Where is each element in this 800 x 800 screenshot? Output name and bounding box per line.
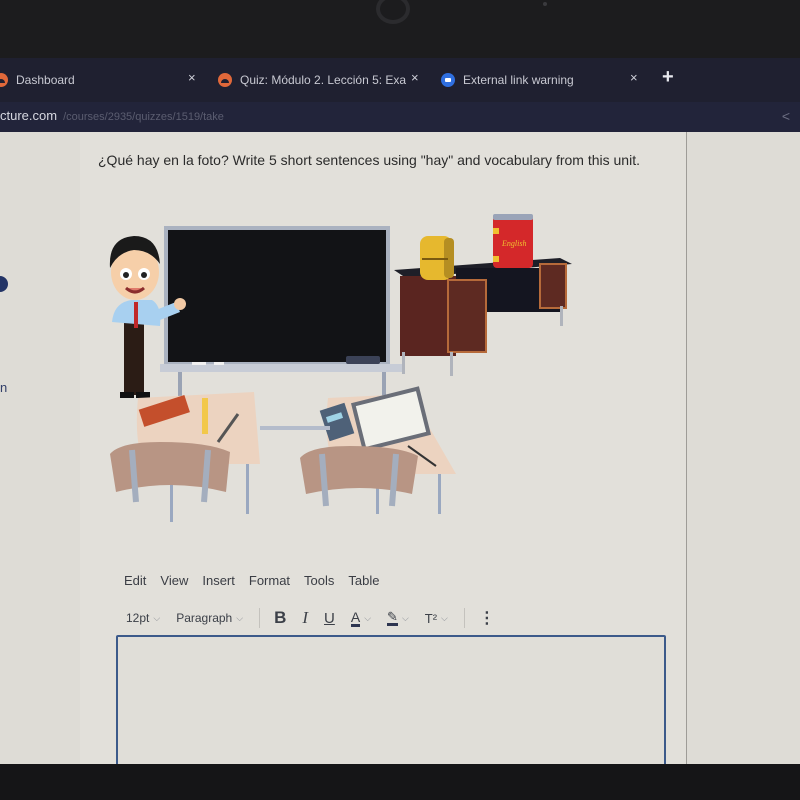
toolbar-divider [463, 608, 465, 628]
chevron-down-icon: ⌵ [364, 612, 372, 623]
tab-external-link-warning[interactable]: External link warning [441, 70, 574, 90]
font-color-icon: A [350, 608, 361, 627]
superscript-button[interactable]: T² ⌵ [425, 611, 448, 626]
chevron-down-icon: ⌵ [401, 612, 409, 623]
toolbar-divider [259, 608, 261, 628]
menu-insert[interactable]: Insert [202, 573, 235, 588]
editor-menubar: Edit View Insert Format Tools Table [124, 573, 393, 588]
tab-label: Quiz: Módulo 2. Lección 5: Exa [240, 73, 407, 87]
browser-tab-strip: Dashboard × Quiz: Módulo 2. Lección 5: E… [0, 58, 800, 102]
block-format-select[interactable]: Paragraph ⌵ [176, 611, 243, 625]
font-size-select[interactable]: 12pt ⌵ [126, 611, 160, 625]
menu-format[interactable]: Format [249, 573, 290, 588]
share-icon[interactable]: < [782, 108, 790, 124]
notification-badge[interactable] [0, 276, 8, 292]
menu-view[interactable]: View [160, 573, 188, 588]
question-text: ¿Qué hay en la foto? Write 5 short sente… [98, 152, 640, 168]
more-options-icon[interactable]: ⋮ [479, 608, 495, 628]
chevron-down-icon: ⌵ [153, 612, 161, 623]
tab-dashboard[interactable]: Dashboard [0, 70, 75, 90]
video-meeting-icon [441, 73, 455, 87]
close-tab-icon[interactable]: × [630, 70, 638, 85]
teacher-desk [394, 258, 572, 376]
quiz-question-panel: ¿Qué hay en la foto? Write 5 short sente… [80, 132, 686, 779]
menu-tools[interactable]: Tools [304, 573, 334, 588]
english-dictionary: English [493, 214, 533, 268]
tab-label: Dashboard [16, 73, 75, 87]
webcam [376, 0, 410, 24]
menu-table[interactable]: Table [348, 573, 379, 588]
device-bottom-bezel [0, 764, 800, 800]
block-format-value: Paragraph [176, 611, 233, 625]
menu-edit[interactable]: Edit [124, 573, 146, 588]
answer-text-area[interactable] [116, 635, 666, 779]
url-domain: cture.com [0, 108, 58, 123]
svg-text:English: English [501, 239, 526, 248]
canvas-icon [218, 73, 232, 87]
nav-item-partial[interactable]: n [0, 380, 7, 395]
course-navigation: n [0, 132, 81, 764]
url-text[interactable]: cture.com/courses/2935/quizzes/1519/take [0, 108, 224, 123]
chevron-down-icon: ⌵ [236, 612, 244, 623]
underline-button[interactable]: U [324, 610, 335, 627]
light-sensor [543, 2, 547, 6]
student-chair-right [300, 446, 418, 507]
page-viewport: n ¿Qué hay en la foto? Write 5 short sen… [0, 132, 800, 779]
bold-button[interactable]: B [274, 608, 286, 628]
blackboard [160, 226, 402, 412]
desk-connector-bar [260, 426, 330, 430]
font-color-button[interactable]: A ⌵ [350, 608, 372, 627]
canvas-icon [0, 73, 8, 87]
font-size-value: 12pt [126, 611, 150, 625]
close-tab-icon[interactable]: × [411, 70, 419, 85]
highlighter-icon: ✎ [387, 609, 398, 626]
editor-toolbar: 12pt ⌵ Paragraph ⌵ B I U A ⌵ ✎ ⌵ T² ⌵ ⋮ [126, 606, 511, 630]
classroom-illustration: English [109, 214, 572, 522]
device-bezel [0, 0, 800, 58]
new-tab-button[interactable]: + [662, 66, 674, 89]
close-tab-icon[interactable]: × [188, 70, 196, 85]
chevron-down-icon: ⌵ [441, 612, 448, 623]
url-path: /courses/2935/quizzes/1519/take [63, 111, 224, 123]
tab-quiz[interactable]: Quiz: Módulo 2. Lección 5: Exa [218, 70, 406, 90]
italic-button[interactable]: I [302, 608, 308, 628]
superscript-icon: T² [424, 610, 438, 626]
address-bar[interactable]: cture.com/courses/2935/quizzes/1519/take… [0, 102, 800, 132]
right-divider [686, 132, 687, 764]
highlight-color-button[interactable]: ✎ ⌵ [387, 610, 409, 626]
backpack [420, 236, 454, 280]
tab-label: External link warning [463, 73, 574, 87]
